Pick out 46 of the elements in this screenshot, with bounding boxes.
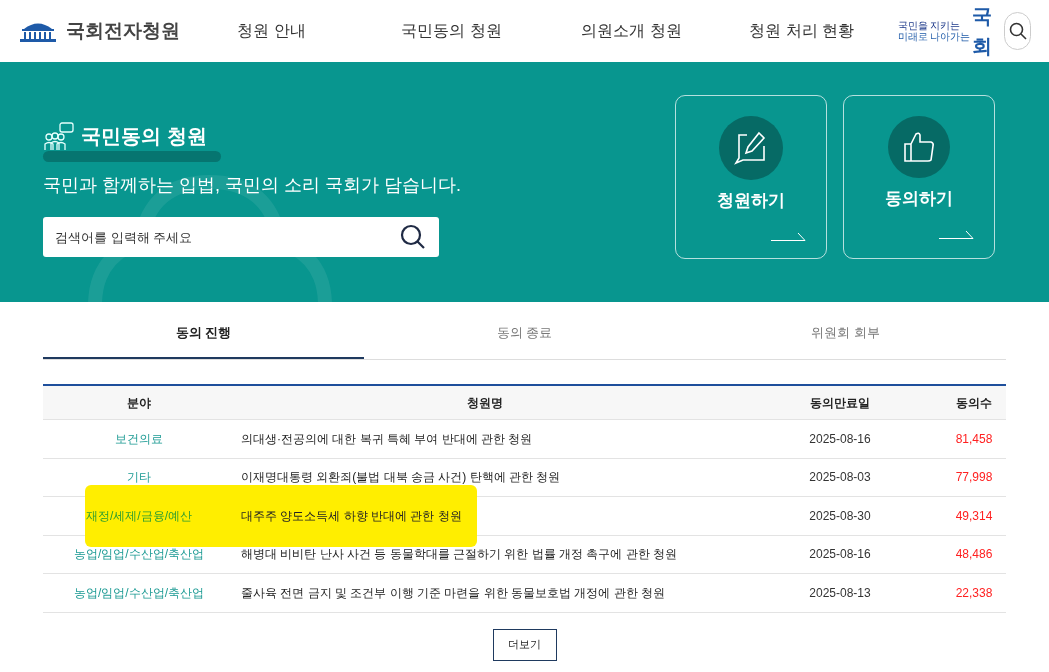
search-icon bbox=[1008, 22, 1027, 40]
petition-title-link[interactable]: 해병대 비비탄 난사 사건 등 동물학대를 근절하기 위한 법률 개정 촉구에 관한 청원 bbox=[235, 545, 735, 564]
agree-count-cell-text: 48,486 bbox=[954, 546, 994, 564]
people-chat-icon bbox=[43, 122, 75, 152]
tab[interactable]: 동의 진행 bbox=[43, 323, 364, 359]
agree-count-cell-text: 77,998 bbox=[954, 469, 994, 487]
action-card[interactable]: 청원하기 bbox=[675, 95, 827, 259]
agree-count-cell-text: 49,314 bbox=[954, 507, 994, 525]
nav-link[interactable]: 의원소개 청원 bbox=[541, 19, 722, 43]
category-cell-text: 재정/세제/금융/예산 bbox=[85, 507, 193, 525]
action-card[interactable]: 동의하기 bbox=[843, 95, 995, 259]
deadline-cell-text: 2025-08-03 bbox=[808, 469, 872, 487]
column-header: 청원명 bbox=[466, 394, 504, 412]
column-header: 분야 bbox=[126, 394, 152, 412]
petition-title-link[interactable]: 이재명대통령 외환죄(불법 대북 송금 사건) 탄핵에 관한 청원 bbox=[235, 468, 735, 487]
category-cell-text: 농업/임업/수산업/축산업 bbox=[73, 584, 205, 602]
banner-subtitle: 국민과 함께하는 입법, 국민의 소리 국회가 담습니다. bbox=[43, 174, 462, 197]
agree-count-cell-text: 81,458 bbox=[954, 430, 994, 448]
petition-title-link[interactable]: 줄사육 전면 금지 및 조건부 이행 기준 마련을 위한 동물보호법 개정에 관한 청원 bbox=[235, 583, 735, 602]
search-field[interactable]: 검색어를 입력해 주세요 bbox=[43, 217, 439, 257]
category-cell-text: 보건의료 bbox=[114, 430, 164, 448]
search-icon[interactable] bbox=[400, 224, 426, 250]
slogan-mark: 국회 bbox=[972, 4, 993, 59]
category-cell-text: 기타 bbox=[126, 469, 152, 487]
category-cell-text: 농업/임업/수산업/축산업 bbox=[73, 546, 205, 564]
petition-title-link[interactable]: 의대생·전공의에 대한 복귀 특혜 부여 반대에 관한 청원 bbox=[235, 429, 735, 448]
more-button[interactable]: 더보기 bbox=[492, 628, 557, 661]
tab[interactable]: 위원회 회부 bbox=[685, 323, 1006, 359]
nav-link[interactable]: 청원 처리 현황 bbox=[721, 19, 882, 43]
deadline-cell-text: 2025-08-16 bbox=[808, 546, 872, 564]
slogan-text: 미래로 나아가는 bbox=[897, 31, 971, 42]
thumbs-up-icon bbox=[888, 116, 950, 178]
pencil-note-icon bbox=[719, 116, 783, 180]
slogan-text: 국민을 지키는 bbox=[897, 20, 962, 31]
deadline-cell-text: 2025-08-13 bbox=[808, 584, 872, 602]
petition-title-link[interactable]: 대주주 양도소득세 하향 반대에 관한 청원 bbox=[235, 506, 735, 525]
deadline-cell-text: 2025-08-30 bbox=[808, 507, 872, 525]
column-header: 동의만료일 bbox=[809, 394, 871, 412]
tab[interactable]: 동의 종료 bbox=[364, 323, 685, 359]
agree-count-cell-text: 22,338 bbox=[954, 584, 994, 602]
deadline-cell-text: 2025-08-16 bbox=[808, 430, 872, 448]
nav-link[interactable]: 국민동의 청원 bbox=[361, 19, 542, 43]
column-header: 동의수 bbox=[955, 394, 993, 412]
banner-title: 국민동의 청원 bbox=[81, 124, 207, 149]
nav-link[interactable]: 청원 안내 bbox=[181, 19, 362, 43]
site-title[interactable]: 국회전자청원 bbox=[66, 16, 180, 46]
